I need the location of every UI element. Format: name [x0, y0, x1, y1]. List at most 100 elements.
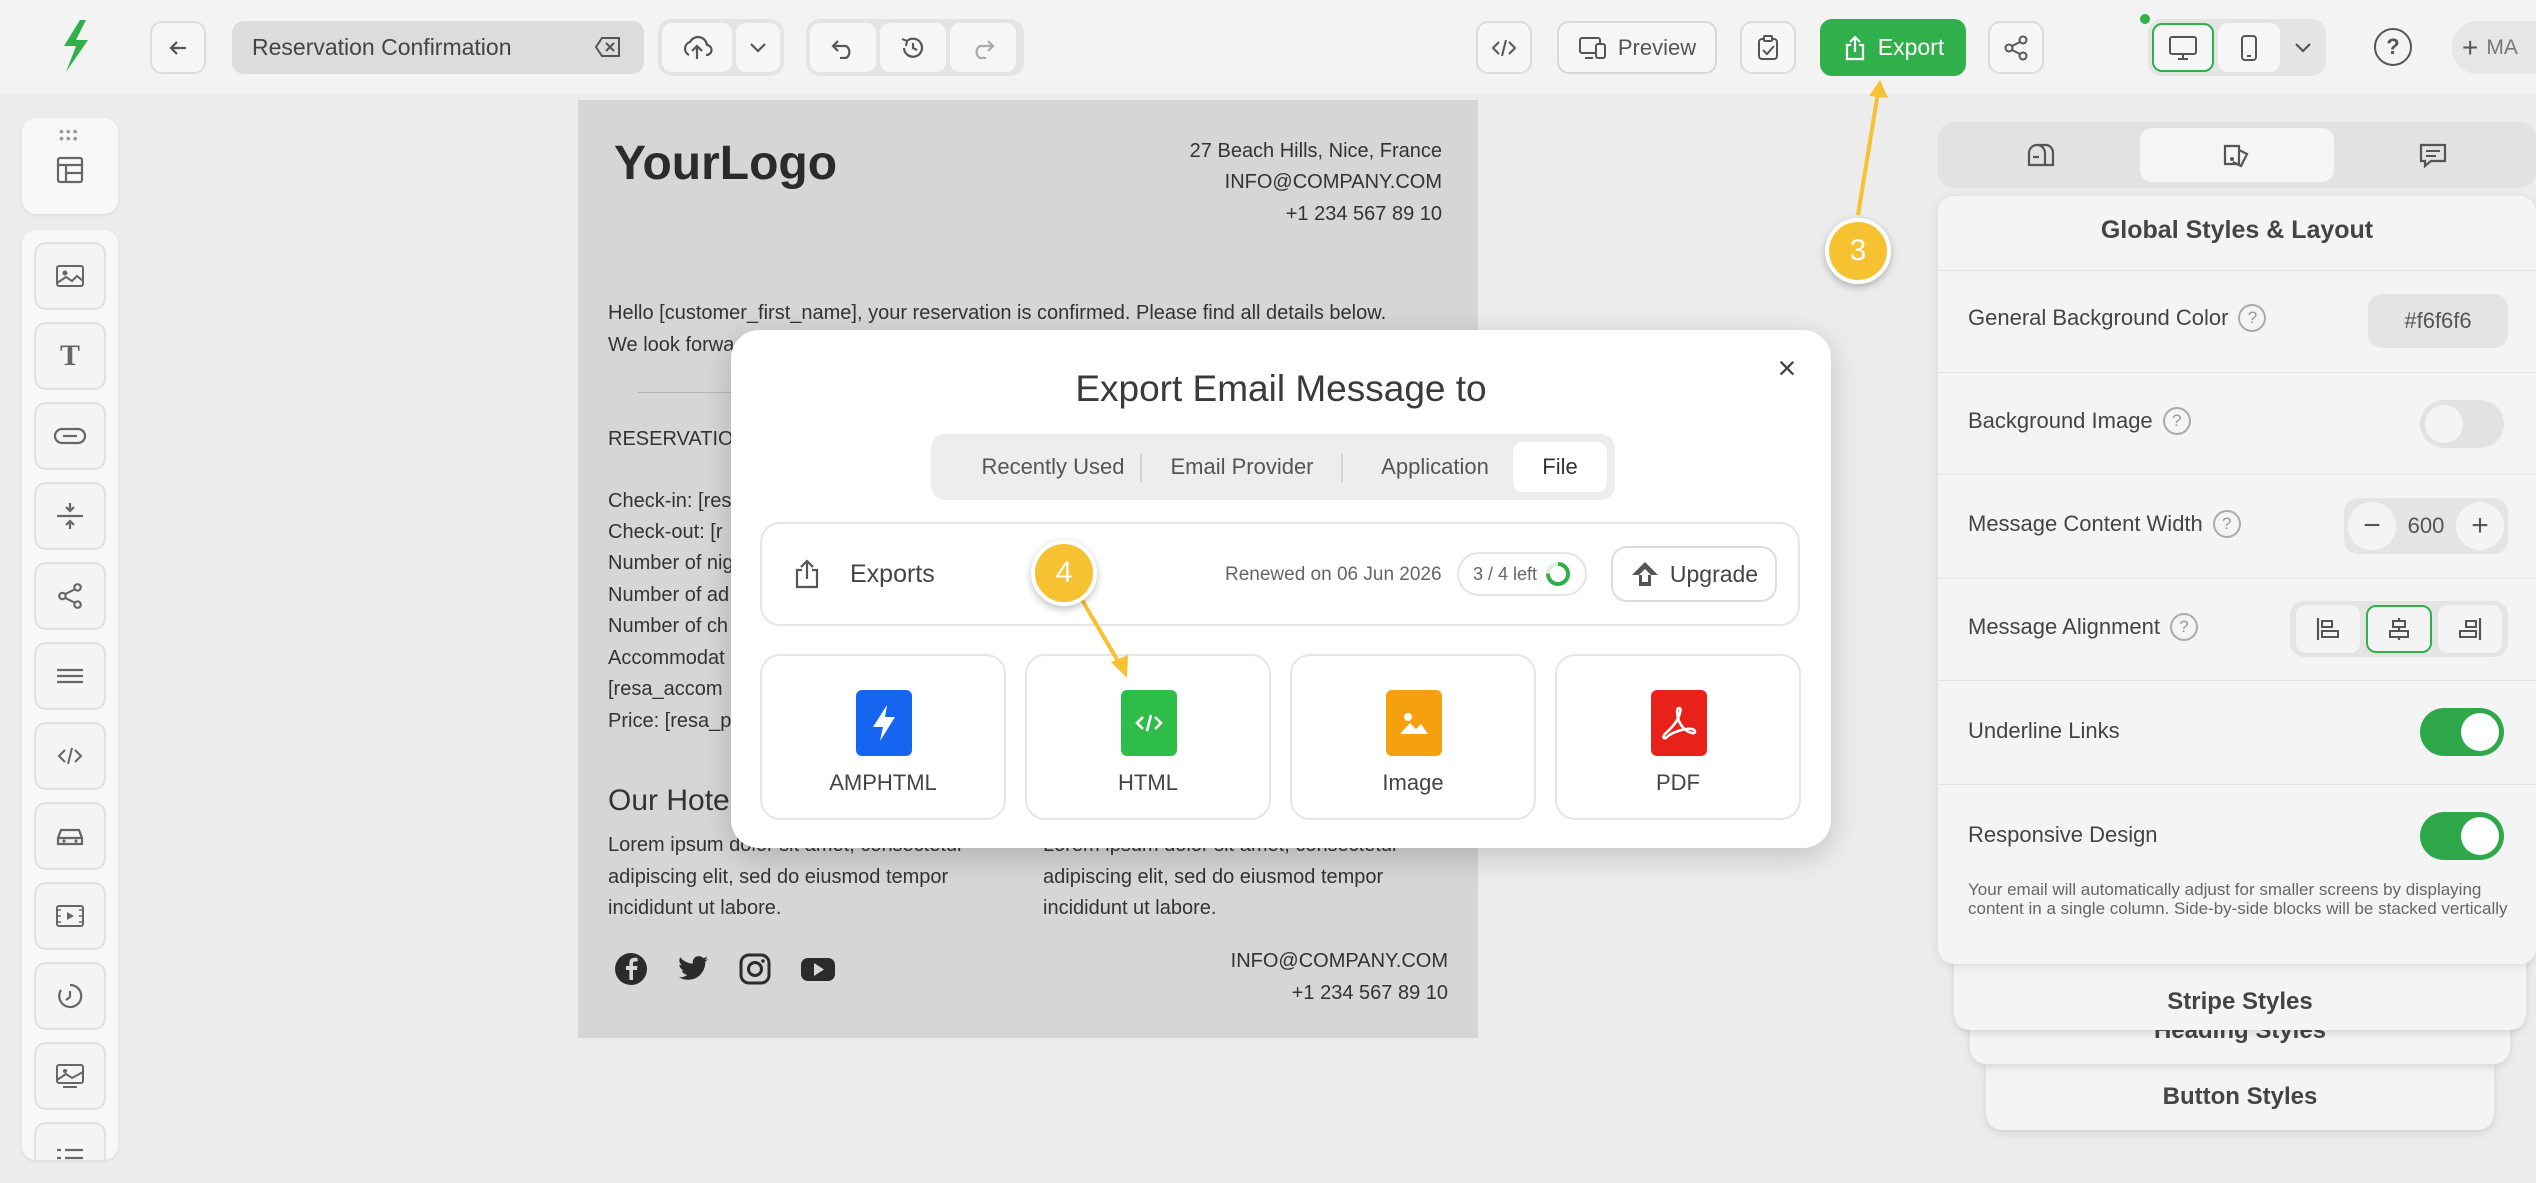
facebook-icon[interactable]	[614, 952, 648, 986]
block-divider[interactable]	[34, 642, 106, 710]
email-lorem-left-2: adipiscing elit, sed do eiusmod tempor	[608, 866, 949, 888]
help-icon[interactable]: ?	[2212, 510, 2241, 538]
device-toggle-group	[2148, 19, 2326, 76]
code-view-button[interactable]	[1476, 21, 1532, 74]
row-divider	[1938, 680, 2536, 681]
device-options-dropdown[interactable]	[2284, 23, 2322, 72]
width-increase-button[interactable]: +	[2456, 502, 2504, 550]
block-list[interactable]	[34, 1122, 106, 1160]
email-detail-3: Number of nig	[608, 552, 734, 574]
export-button[interactable]: Export	[1820, 19, 1966, 76]
share-button[interactable]	[1988, 21, 2044, 74]
back-button[interactable]	[150, 21, 206, 74]
callout-badge-3: 3	[1825, 218, 1891, 284]
help-icon[interactable]: ?	[2162, 407, 2191, 435]
redo-button[interactable]	[950, 23, 1016, 72]
history-button[interactable]	[880, 23, 946, 72]
upgrade-button[interactable]: Upgrade	[1611, 546, 1777, 602]
block-video[interactable]	[34, 882, 106, 950]
option-label: HTML	[1118, 770, 1178, 795]
help-button[interactable]: ?	[2374, 28, 2412, 66]
block-html[interactable]	[34, 722, 106, 790]
comment-icon	[2419, 143, 2447, 169]
preview-button[interactable]: Preview	[1557, 21, 1717, 74]
responsive-design-toggle[interactable]	[2420, 812, 2504, 860]
mobile-view-button[interactable]	[2218, 23, 2280, 72]
spacer-icon	[57, 503, 83, 529]
share-upload-icon	[1845, 34, 1864, 60]
user-avatar: MA	[2486, 35, 2518, 59]
drag-handle-icon[interactable]: ••• •••	[59, 124, 80, 145]
export-option-image[interactable]: Image	[1290, 654, 1536, 820]
tab-general[interactable]	[1944, 128, 2138, 182]
width-stepper: − 600 +	[2344, 498, 2508, 554]
instagram-icon[interactable]	[738, 952, 772, 986]
align-left-icon	[2316, 618, 2339, 640]
share-icon	[2004, 35, 2028, 60]
redo-icon	[975, 39, 995, 59]
export-option-amphtml[interactable]: AMPHTML	[760, 654, 1006, 820]
tab-email-provider[interactable]: Email Provider	[1143, 442, 1341, 492]
code-icon	[1491, 39, 1517, 56]
underline-links-toggle[interactable]	[2420, 708, 2504, 756]
block-timer[interactable]	[34, 962, 106, 1030]
cloud-upload-button[interactable]	[662, 23, 732, 72]
desktop-view-button[interactable]	[2152, 23, 2214, 72]
app-logo-icon[interactable]	[56, 18, 94, 74]
youtube-icon[interactable]	[800, 952, 836, 986]
list-icon	[57, 1148, 83, 1160]
align-center-button[interactable]	[2366, 605, 2432, 653]
chevron-down-icon	[750, 42, 766, 53]
row-divider	[1938, 578, 2536, 579]
clear-title-icon[interactable]	[594, 35, 622, 65]
bg-image-toggle[interactable]	[2420, 400, 2504, 448]
close-icon[interactable]: ×	[1772, 350, 1802, 386]
test-checklist-button[interactable]	[1740, 21, 1796, 74]
button-styles-section[interactable]: Button Styles	[1986, 1064, 2494, 1130]
email-lorem-left-3: incididunt ut labore.	[608, 897, 782, 919]
export-option-html[interactable]: HTML	[1025, 654, 1271, 820]
block-social[interactable]	[34, 562, 106, 630]
tab-recently-used[interactable]: Recently Used	[949, 442, 1157, 492]
block-spacer[interactable]	[34, 482, 106, 550]
width-label: Message Content Width	[1968, 511, 2203, 536]
template-title-input[interactable]: Reservation Confirmation	[232, 21, 644, 74]
email-detail-2: Check-out: [r	[608, 521, 723, 543]
block-image[interactable]	[34, 242, 106, 310]
tab-application[interactable]: Application	[1345, 442, 1525, 492]
block-menu[interactable]	[34, 802, 106, 870]
settings-tabs	[1938, 122, 2536, 188]
row-divider	[1938, 784, 2536, 785]
code-icon	[57, 747, 83, 765]
help-icon[interactable]: ?	[2238, 304, 2267, 332]
tab-separator	[1341, 454, 1343, 482]
save-options-dropdown[interactable]	[736, 23, 780, 72]
structures-panel-button[interactable]: ••• •••	[22, 118, 118, 214]
quota-progress-ring	[1546, 562, 1571, 586]
export-option-pdf[interactable]: PDF	[1555, 654, 1801, 820]
stripe-styles-section[interactable]: Stripe Styles	[1954, 956, 2526, 1030]
account-menu[interactable]: + MA	[2452, 21, 2536, 74]
undo-button[interactable]	[810, 23, 876, 72]
block-button[interactable]	[34, 402, 106, 470]
export-upload-icon	[795, 559, 819, 589]
help-icon[interactable]: ?	[2170, 613, 2198, 641]
tab-styles[interactable]	[2140, 128, 2334, 182]
bg-color-input[interactable]: #f6f6f6	[2368, 294, 2508, 348]
block-banner[interactable]	[34, 1042, 106, 1110]
alignment-group	[2290, 601, 2508, 657]
twitter-icon[interactable]	[676, 952, 710, 986]
block-text[interactable]: T	[34, 322, 106, 390]
width-decrease-button[interactable]: −	[2348, 502, 2396, 550]
align-left-button[interactable]	[2296, 605, 2360, 653]
mailbox-icon	[2027, 143, 2055, 167]
tab-file[interactable]: File	[1513, 442, 1607, 492]
width-value[interactable]: 600	[2396, 513, 2456, 539]
alignment-label: Message Alignment	[1968, 614, 2160, 639]
mobile-icon	[2241, 34, 2257, 61]
tab-comments[interactable]	[2336, 128, 2530, 182]
align-right-button[interactable]	[2438, 605, 2502, 653]
clipboard-check-icon	[1758, 34, 1778, 60]
email-social-icons	[614, 952, 836, 986]
email-logo[interactable]: YourLogo	[614, 136, 837, 191]
